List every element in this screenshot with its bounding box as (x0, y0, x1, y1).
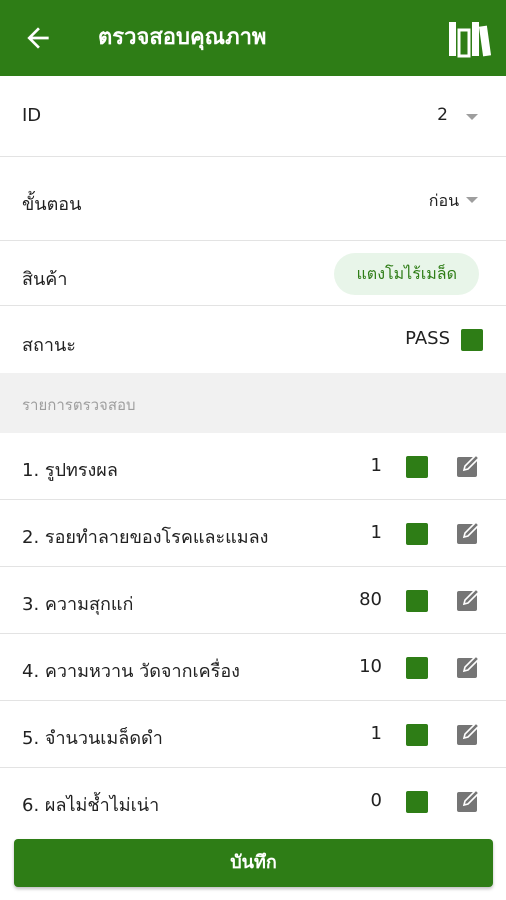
status-value: PASS (405, 328, 450, 349)
checklist-item-value: 10 (359, 656, 382, 677)
checklist-item: 5. จำนวนเมล็ดดำ 1 (0, 701, 506, 768)
checklist-item-name: 5. จำนวนเมล็ดดำ (22, 728, 163, 749)
checklist-item: 1. รูปทรงผล 1 (0, 433, 506, 500)
step-label: ขั้นตอน (22, 194, 82, 215)
chevron-down-icon (466, 197, 478, 203)
edit-icon[interactable] (456, 452, 482, 478)
status-indicator (406, 657, 428, 679)
checklist-item-name: 2. รอยทำลายของโรคและแมลง (22, 527, 269, 548)
checklist-item-name: 3. ความสุกแก่ (22, 594, 134, 615)
checklist-item: 2. รอยทำลายของโรคและแมลง 1 (0, 500, 506, 567)
save-button[interactable]: บันทึก (14, 839, 493, 887)
id-field[interactable]: ID 2 (0, 76, 506, 157)
product-field: สินค้า แตงโมไร้เมล็ด (0, 241, 506, 306)
bottom-bar: บันทึก (0, 826, 506, 900)
edit-icon[interactable] (456, 519, 482, 545)
status-label: สถานะ (22, 335, 76, 356)
checklist-title: รายการตรวจสอบ (22, 396, 136, 414)
checklist-item: 6. ผลไม่ช้ำไม่เน่า 0 (0, 768, 506, 835)
step-value: ก่อน (428, 191, 459, 210)
library-icon[interactable] (448, 20, 492, 58)
arrow-left-icon[interactable] (22, 22, 54, 54)
checklist-item-value: 1 (370, 455, 382, 476)
app-bar: ตรวจสอบคุณภาพ (0, 0, 506, 76)
checklist-item-name: 6. ผลไม่ช้ำไม่เน่า (22, 795, 160, 816)
status-indicator (406, 791, 428, 813)
checklist-item-value: 80 (359, 589, 382, 610)
edit-icon[interactable] (456, 653, 482, 679)
product-label: สินค้า (22, 269, 68, 290)
checklist-item-value: 0 (370, 790, 382, 811)
id-label: ID (22, 105, 42, 126)
checklist-item-value: 1 (370, 723, 382, 744)
checklist-section-header: รายการตรวจสอบ (0, 373, 506, 433)
status-field: สถานะ PASS (0, 306, 506, 373)
status-indicator (461, 329, 483, 351)
edit-icon[interactable] (456, 720, 482, 746)
product-chip[interactable]: แตงโมไร้เมล็ด (334, 253, 479, 295)
status-indicator (406, 523, 428, 545)
status-indicator (406, 590, 428, 612)
checklist-item-name: 1. รูปทรงผล (22, 460, 118, 481)
checklist-item-name: 4. ความหวาน วัดจากเครื่อง (22, 661, 240, 682)
status-indicator (406, 724, 428, 746)
checklist-item: 3. ความสุกแก่ 80 (0, 567, 506, 634)
checklist-item: 4. ความหวาน วัดจากเครื่อง 10 (0, 634, 506, 701)
step-field[interactable]: ขั้นตอน ก่อน (0, 157, 506, 241)
edit-icon[interactable] (456, 787, 482, 813)
id-value: 2 (437, 105, 448, 125)
chevron-down-icon (466, 114, 478, 120)
edit-icon[interactable] (456, 586, 482, 612)
status-indicator (406, 456, 428, 478)
checklist-item-value: 1 (370, 522, 382, 543)
page-title: ตรวจสอบคุณภาพ (98, 25, 267, 50)
